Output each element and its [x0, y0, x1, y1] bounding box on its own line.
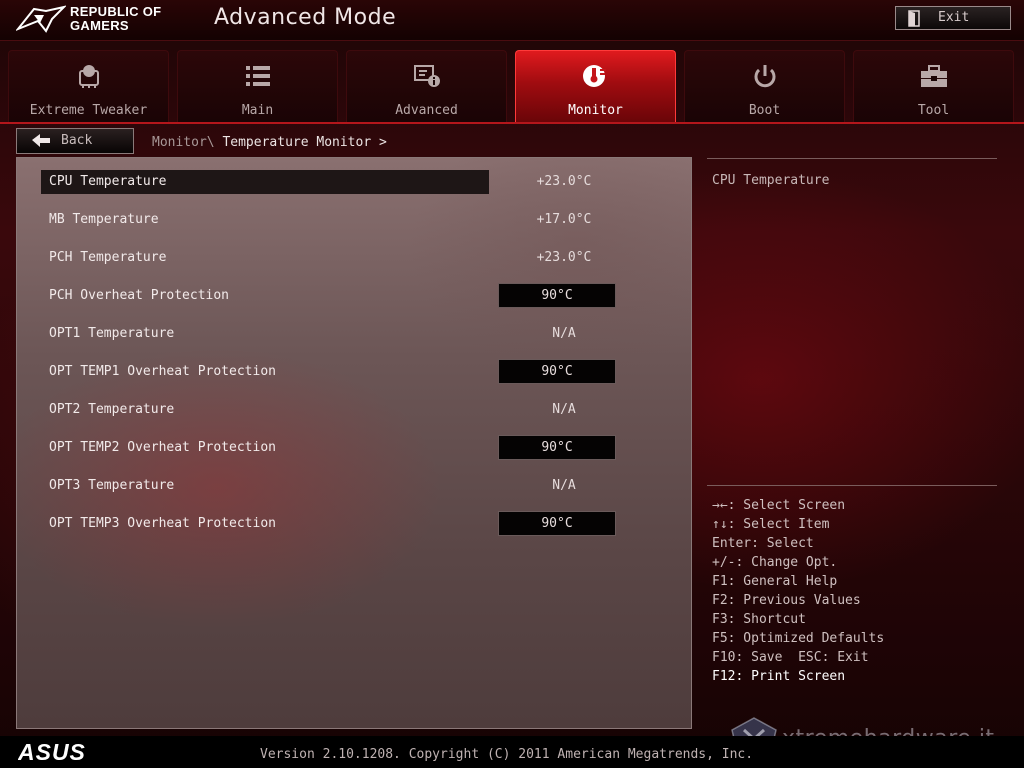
tab-label: Main — [241, 103, 274, 118]
option-value: 90°C — [541, 288, 573, 303]
help-divider-bottom — [707, 485, 997, 486]
setting-value: +17.0°C — [536, 212, 592, 227]
thermometer-icon — [582, 65, 606, 87]
cooling-fan-icon — [78, 65, 99, 88]
setting-label: OPT TEMP1 Overheat Protection — [49, 364, 276, 379]
back-label: Back — [61, 133, 93, 148]
setting-label: OPT2 Temperature — [49, 402, 175, 417]
top-bar: REPUBLIC OF GAMERS Advanced Mode Exit — [0, 0, 1024, 41]
option-select[interactable]: 90°C — [498, 359, 616, 384]
option-value: 90°C — [541, 364, 573, 379]
setting-row-pch-temperature[interactable]: PCH Temperature +23.0°C — [41, 246, 681, 270]
breadcrumb-current: Temperature Monitor > — [222, 135, 387, 150]
key-hint: F12: Print Screen — [712, 669, 846, 684]
help-divider-top — [707, 158, 997, 159]
svg-text:ASUS: ASUS — [18, 740, 86, 764]
setting-value: N/A — [552, 402, 576, 417]
key-hint: F5: Optimized Defaults — [712, 631, 885, 646]
setting-label: OPT TEMP2 Overheat Protection — [49, 440, 276, 455]
key-hint: F2: Previous Values — [712, 593, 861, 608]
tab-extreme-tweaker[interactable]: Extreme Tweaker — [8, 50, 169, 122]
settings-panel: CPU Temperature +23.0°C MB Temperature +… — [16, 157, 692, 729]
setting-label: OPT3 Temperature — [49, 478, 175, 493]
footer: ASUS Version 2.10.1208. Copyright (C) 20… — [0, 736, 1024, 768]
setting-value: +23.0°C — [536, 250, 592, 265]
setting-value: N/A — [552, 478, 576, 493]
tab-advanced[interactable]: Advanced — [346, 50, 507, 122]
power-icon — [754, 65, 775, 88]
setting-label: MB Temperature — [49, 212, 159, 227]
setting-label: OPT1 Temperature — [49, 326, 175, 341]
back-button[interactable]: Back — [16, 128, 134, 154]
key-hint: ↑↓: Select Item — [712, 517, 830, 532]
rog-logo: REPUBLIC OF GAMERS — [16, 3, 186, 35]
tab-main[interactable]: Main — [177, 50, 338, 122]
option-select[interactable]: 90°C — [498, 435, 616, 460]
toolbox-icon — [920, 65, 947, 87]
setting-label: OPT TEMP3 Overheat Protection — [49, 516, 276, 531]
tab-label: Tool — [917, 103, 950, 118]
setting-row-opt3-temperature[interactable]: OPT3 Temperature N/A — [41, 474, 681, 498]
setting-value: +23.0°C — [536, 174, 592, 189]
tab-label: Boot — [748, 103, 781, 118]
page-title: Advanced Mode — [214, 5, 397, 30]
tab-label: Extreme Tweaker — [29, 103, 148, 118]
setting-row-opt-temp2-overheat-protection[interactable]: OPT TEMP2 Overheat Protection 90°C — [41, 435, 681, 460]
help-description: CPU Temperature — [712, 173, 830, 188]
back-arrow-icon — [32, 134, 50, 147]
breadcrumb-parent[interactable]: Monitor\ — [152, 135, 222, 150]
key-hint: Enter: Select — [712, 536, 814, 551]
option-value: 90°C — [541, 516, 573, 531]
key-hint: F3: Shortcut — [712, 612, 806, 627]
setting-row-opt1-temperature[interactable]: OPT1 Temperature N/A — [41, 322, 681, 346]
list-icon — [245, 66, 270, 86]
key-hint: F10: Save ESC: Exit — [712, 650, 869, 665]
setting-row-opt-temp3-overheat-protection[interactable]: OPT TEMP3 Overheat Protection 90°C — [41, 511, 681, 536]
key-hint: +/-: Change Opt. — [712, 555, 838, 570]
option-value: 90°C — [541, 440, 573, 455]
rog-eye-icon — [16, 5, 66, 33]
tab-tool[interactable]: Tool — [853, 50, 1014, 122]
key-legend: →←: Select Screen ↑↓: Select Item Enter:… — [712, 496, 884, 686]
setting-label: PCH Temperature — [49, 250, 167, 265]
tab-label: Monitor — [568, 103, 623, 118]
setting-row-opt-temp1-overheat-protection[interactable]: OPT TEMP1 Overheat Protection 90°C — [41, 359, 681, 384]
breadcrumb: Monitor\ Temperature Monitor > — [152, 135, 387, 150]
option-select[interactable]: 90°C — [498, 283, 616, 308]
key-hint: F1: General Help — [712, 574, 838, 589]
exit-door-icon — [908, 10, 920, 27]
settings-info-icon — [413, 65, 440, 87]
brand-line-2: GAMERS — [70, 18, 129, 33]
exit-label: Exit — [938, 10, 970, 25]
brand-line-1: REPUBLIC OF — [70, 4, 162, 19]
option-select[interactable]: 90°C — [498, 511, 616, 536]
setting-row-mb-temperature[interactable]: MB Temperature +17.0°C — [41, 208, 681, 232]
brand-text: REPUBLIC OF GAMERS — [70, 5, 161, 33]
main-tabs: Extreme Tweaker Main Advanced Monitor Bo… — [8, 50, 1016, 122]
exit-button[interactable]: Exit — [895, 6, 1011, 30]
tab-label: Advanced — [395, 103, 458, 118]
setting-row-cpu-temperature[interactable]: CPU Temperature +23.0°C — [41, 170, 681, 194]
setting-row-pch-overheat-protection[interactable]: PCH Overheat Protection 90°C — [41, 283, 681, 308]
setting-row-opt2-temperature[interactable]: OPT2 Temperature N/A — [41, 398, 681, 422]
asus-logo: ASUS — [18, 740, 86, 764]
key-hint: →←: Select Screen — [712, 498, 846, 513]
version-text: Version 2.10.1208. Copyright (C) 2011 Am… — [260, 747, 754, 762]
tab-monitor[interactable]: Monitor — [515, 50, 676, 122]
setting-value: N/A — [552, 326, 576, 341]
setting-label: CPU Temperature — [49, 174, 167, 189]
setting-label: PCH Overheat Protection — [49, 288, 230, 303]
tab-boot[interactable]: Boot — [684, 50, 845, 122]
